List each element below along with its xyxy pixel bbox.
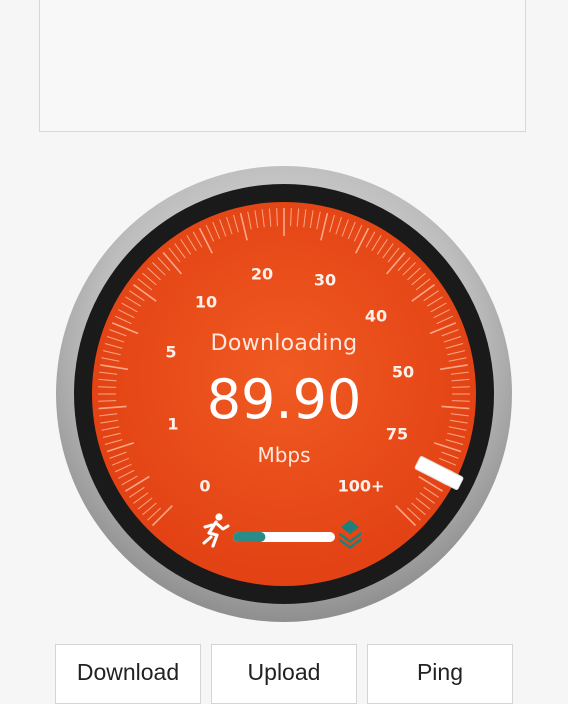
gauge-dial [56, 166, 512, 622]
tab-upload[interactable]: Upload [211, 644, 357, 704]
mode-tabs: Download Upload Ping [55, 644, 513, 704]
gauge-tick [276, 208, 278, 227]
ad-placeholder [39, 0, 526, 132]
tab-ping[interactable]: Ping [367, 644, 513, 704]
gauge-tick [451, 400, 470, 402]
gauge-tick [290, 208, 292, 227]
speed-gauge: Downloading 89.90 Mbps 0 1 5 10 20 30 40… [55, 165, 513, 623]
gauge-face [92, 202, 476, 586]
gauge-tick [98, 400, 117, 402]
gauge-tick [451, 386, 470, 388]
gauge-tick [98, 386, 117, 388]
progress-fill [233, 532, 266, 542]
tab-download[interactable]: Download [55, 644, 201, 704]
